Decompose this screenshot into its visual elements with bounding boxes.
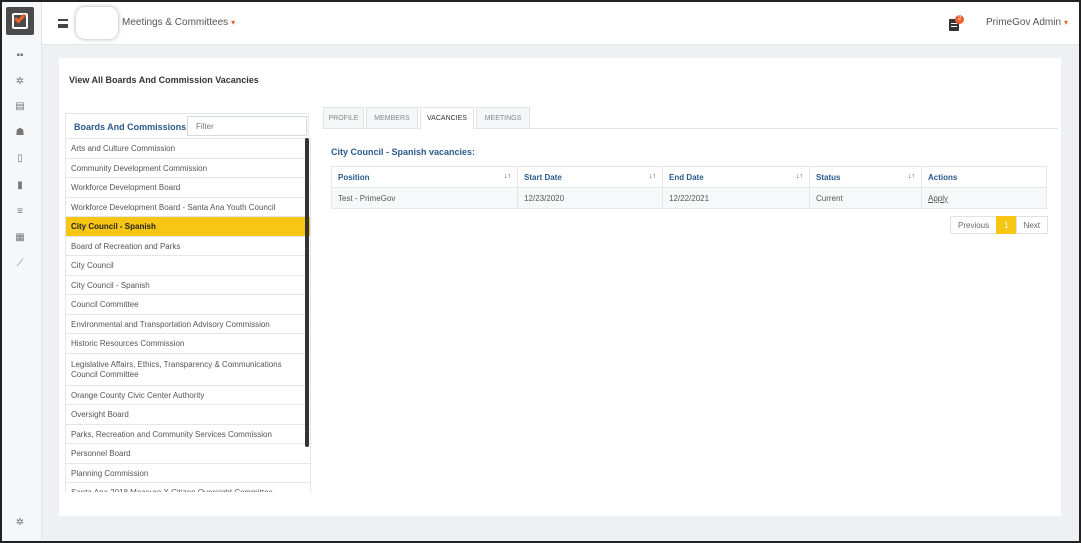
vacancies-title: City Council - Spanish vacancies:: [331, 147, 476, 157]
top-header: Meetings & Committees ▾ 2 PrimeGov Admin ▾: [42, 2, 1079, 45]
board-list-item[interactable]: Parks, Recreation and Community Services…: [65, 424, 311, 444]
sort-icon[interactable]: ↓↑: [649, 173, 656, 180]
column-header-start-date[interactable]: Start Date ↓↑: [517, 166, 663, 188]
column-label: Position: [338, 172, 370, 182]
table-header-row: Position ↓↑ Start Date ↓↑ End Date ↓↑ Statu…: [331, 166, 1047, 188]
detail-tabs: PROFILE MEMBERS VACANCIES MEETINGS: [323, 107, 1058, 130]
pagination: Previous 1 Next: [950, 216, 1049, 234]
page-button-current[interactable]: 1: [996, 216, 1017, 234]
board-list-item[interactable]: Oversight Board: [65, 405, 311, 425]
notifications-button[interactable]: 2: [949, 15, 964, 31]
user-menu[interactable]: PrimeGov Admin ▾: [986, 17, 1068, 28]
sort-icon[interactable]: ↓↑: [504, 173, 511, 180]
board-list-item[interactable]: Community Development Commission: [65, 158, 311, 178]
board-list-item[interactable]: City Council - Spanish: [65, 217, 311, 237]
boards-panel-title: Boards And Commissions: [74, 122, 187, 132]
boards-panel-header: Boards And Commissions: [65, 113, 309, 137]
board-list-item[interactable]: Council Committee: [65, 295, 311, 315]
boards-list-scrollbar[interactable]: [305, 138, 309, 447]
menu-icon[interactable]: [58, 19, 68, 28]
user-name: PrimeGov Admin: [986, 17, 1062, 28]
gear-icon[interactable]: ✲: [14, 517, 26, 529]
board-list-item[interactable]: City Council - Spanish: [65, 275, 311, 295]
list-icon[interactable]: ≡: [14, 206, 26, 218]
board-list-item[interactable]: Environmental and Transportation Advisor…: [65, 314, 311, 334]
main-card: View All Boards And Commission Vacancies…: [59, 58, 1061, 516]
board-list-item[interactable]: Planning Commission: [65, 463, 311, 483]
board-list-item[interactable]: Santa Ana 2018 Measure X Citizen Oversig…: [65, 483, 311, 492]
column-header-status[interactable]: Status ↓↑: [809, 166, 922, 188]
page-title: View All Boards And Commission Vacancies: [69, 75, 259, 85]
app-logo[interactable]: [6, 7, 34, 35]
file-icon[interactable]: ▮: [14, 180, 26, 192]
filter-input[interactable]: [187, 116, 307, 136]
cell-actions: Apply: [921, 187, 1047, 209]
column-header-position[interactable]: Position ↓↑: [331, 166, 518, 188]
column-label: Actions: [928, 172, 958, 182]
boards-list: Arts and Culture Commission Community Dev…: [65, 138, 311, 492]
caret-down-icon: ▾: [231, 18, 236, 27]
sort-icon[interactable]: ↓↑: [796, 173, 803, 180]
icon-rail: ▪▪ ✲ ▤ ☗ ▯ ▮ ≡ ▦ ⟋ ✲: [2, 2, 42, 541]
chart-icon[interactable]: ⟋: [14, 258, 26, 270]
board-list-item[interactable]: Legislative Affairs, Ethics, Transparenc…: [65, 353, 311, 386]
column-header-end-date[interactable]: End Date ↓↑: [662, 166, 810, 188]
tenant-logo: [76, 7, 118, 39]
table-row: Test - PrimeGov 12/23/2020 12/22/2021 Curre…: [331, 187, 1047, 209]
tab-meetings[interactable]: MEETINGS: [476, 107, 530, 129]
caret-down-icon: ▾: [1064, 18, 1069, 27]
notification-badge: 2: [955, 15, 964, 24]
column-label: Start Date: [524, 172, 562, 182]
board-list-item[interactable]: Workforce Development Board: [65, 178, 311, 198]
module-selector[interactable]: Meetings & Committees ▾: [122, 17, 235, 28]
users-icon[interactable]: ☗: [14, 127, 26, 139]
board-list-item[interactable]: Historic Resources Commission: [65, 334, 311, 354]
tab-profile[interactable]: PROFILE: [323, 107, 364, 129]
board-list-item[interactable]: Arts and Culture Commission: [65, 139, 311, 159]
sort-icon[interactable]: ↓↑: [908, 173, 915, 180]
cell-status: Current: [809, 187, 922, 209]
column-label: Status: [816, 172, 841, 182]
board-list-item[interactable]: Orange County Civic Center Authority: [65, 385, 311, 405]
apply-link[interactable]: Apply: [928, 194, 948, 203]
vacancies-table: Position ↓↑ Start Date ↓↑ End Date ↓↑ Statu…: [331, 166, 1047, 209]
next-page-button[interactable]: Next: [1015, 216, 1049, 234]
cell-start-date: 12/23/2020: [517, 187, 663, 209]
board-list-item[interactable]: City Council: [65, 256, 311, 276]
document-icon[interactable]: ▯: [14, 153, 26, 165]
tab-members[interactable]: MEMBERS: [366, 107, 418, 129]
app-frame: ▪▪ ✲ ▤ ☗ ▯ ▮ ≡ ▦ ⟋ ✲ Meetings & Committe…: [0, 0, 1081, 543]
module-title: Meetings & Committees: [122, 17, 229, 28]
settings-icon[interactable]: ✲: [14, 76, 26, 88]
board-list-item[interactable]: Board of Recreation and Parks: [65, 236, 311, 256]
calendar-icon[interactable]: ▦: [14, 232, 26, 244]
clipboard-icon[interactable]: ▤: [14, 101, 26, 113]
column-label: End Date: [669, 172, 704, 182]
previous-page-button[interactable]: Previous: [950, 216, 998, 234]
dashboard-icon[interactable]: ▪▪: [14, 50, 26, 62]
board-list-item[interactable]: Workforce Development Board - Santa Ana …: [65, 197, 311, 217]
cell-position: Test - PrimeGov: [331, 187, 518, 209]
column-header-actions: Actions: [921, 166, 1047, 188]
cell-end-date: 12/22/2021: [662, 187, 810, 209]
tab-vacancies[interactable]: VACANCIES: [420, 107, 474, 130]
board-list-item[interactable]: Personnel Board: [65, 444, 311, 464]
